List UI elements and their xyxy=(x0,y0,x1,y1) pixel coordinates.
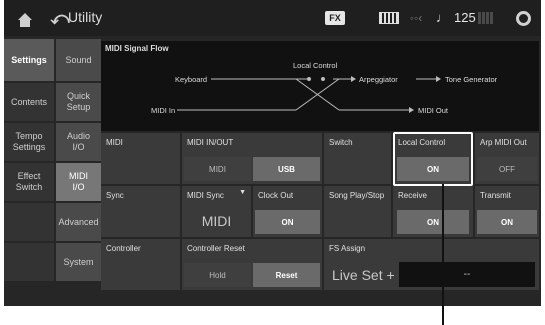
grid-icon xyxy=(478,12,494,24)
fs-assign-extra: -- xyxy=(399,262,535,287)
callout-pointer xyxy=(442,184,444,325)
fs-assign-value[interactable]: Live Set + xyxy=(328,262,399,287)
subtab-audio-io[interactable]: Audio I/O xyxy=(54,123,101,163)
quick-access-button[interactable] xyxy=(474,0,498,36)
dropdown-arrow-icon: ▼ xyxy=(239,189,246,196)
tempo-value: 125 xyxy=(454,10,476,25)
signal-flow-lines xyxy=(177,76,441,113)
sidebar-item-effect-switch[interactable]: Effect Switch xyxy=(4,163,54,203)
diagram-midi-out: MIDI Out xyxy=(418,106,449,115)
controller-reset-hold-button[interactable]: Hold xyxy=(184,263,251,287)
section-midi: MIDI xyxy=(101,133,180,184)
subtab-system[interactable]: System xyxy=(54,243,101,283)
sidebar-item-empty-1 xyxy=(4,203,54,243)
diagram-midi-in: MIDI In xyxy=(151,106,176,115)
section-controller: Controller xyxy=(101,239,180,290)
transmit-label: Transmit xyxy=(480,191,511,200)
subtab-sound[interactable]: Sound xyxy=(54,39,101,83)
receive-toggle[interactable]: ON xyxy=(397,210,469,234)
sidebar-item-tempo-settings[interactable]: Tempo Settings xyxy=(4,123,54,163)
arp-midi-out-toggle[interactable]: OFF xyxy=(477,157,537,181)
fx-badge: FX xyxy=(325,11,345,25)
settings-button[interactable] xyxy=(509,0,537,36)
midi-in-out-label: MIDI IN/OUT xyxy=(187,138,234,147)
section-controller-label: Controller xyxy=(106,244,141,253)
subtab-quick-setup[interactable]: Quick Setup xyxy=(54,83,101,123)
screen: ⤺ Utility FX ◦◦‹ ♩ 125 Settings Contents … xyxy=(4,0,541,306)
midi-sync-label: MIDI Sync xyxy=(187,191,224,200)
gear-icon xyxy=(515,10,531,26)
sidebar-item-settings[interactable]: Settings xyxy=(4,39,54,83)
signal-icon: ◦◦‹ xyxy=(409,11,423,25)
diagram-arpeggiator: Arpeggiator xyxy=(359,75,398,84)
song-play-stop-group: Song Play/Stop xyxy=(324,186,391,237)
keyboard-icon xyxy=(379,12,399,24)
transmit-toggle[interactable]: ON xyxy=(477,210,537,234)
note-icon: ♩ xyxy=(436,10,449,25)
diagram-local-control: Local Control xyxy=(293,61,338,70)
song-play-stop-label: Song Play/Stop xyxy=(329,191,385,200)
clock-out-label: Clock Out xyxy=(258,191,294,200)
midi-in-out-midi-button[interactable]: MIDI xyxy=(184,157,251,181)
clock-out-toggle[interactable]: ON xyxy=(255,210,320,234)
home-button[interactable] xyxy=(4,0,46,36)
page-title: Utility xyxy=(68,9,103,25)
switch-label: Switch xyxy=(329,138,353,147)
arp-midi-out-label: Arp MIDI Out xyxy=(480,138,527,147)
controller-reset-reset-button[interactable]: Reset xyxy=(253,263,320,287)
subtab-advanced[interactable]: Advanced xyxy=(54,203,101,243)
section-midi-label: MIDI xyxy=(106,138,123,147)
section-sync: Sync xyxy=(101,186,180,237)
diagram-tone-generator: Tone Generator xyxy=(445,75,498,84)
section-sync-label: Sync xyxy=(106,191,124,200)
receive-label: Receive xyxy=(398,191,427,200)
subtab-midi-io[interactable]: MIDI I/O xyxy=(54,163,101,203)
controller-reset-label: Controller Reset xyxy=(187,244,245,253)
top-bar: ⤺ Utility FX ◦◦‹ ♩ 125 xyxy=(4,0,541,36)
diagram-keyboard: Keyboard xyxy=(175,75,208,84)
fs-assign-label: FS Assign xyxy=(329,244,366,253)
tempo-display[interactable]: ♩ 125 xyxy=(436,10,476,25)
local-control-highlight xyxy=(393,132,473,186)
sidebar-item-empty-2 xyxy=(4,243,54,283)
home-icon xyxy=(18,12,32,27)
fx-button[interactable]: FX xyxy=(322,0,348,36)
midi-in-out-usb-button[interactable]: USB xyxy=(253,157,320,181)
sidebar-item-contents[interactable]: Contents xyxy=(4,83,54,123)
keyboard-button[interactable] xyxy=(378,0,400,36)
signal-indicator: ◦◦‹ xyxy=(404,0,428,36)
midi-signal-flow-diagram: MIDI Signal Flow Keyboard Local Control … xyxy=(101,41,539,133)
back-arrow-icon: ⤺ xyxy=(50,7,70,28)
midi-sync-value[interactable]: MIDI xyxy=(186,208,247,234)
switch-group: Switch xyxy=(324,133,391,184)
